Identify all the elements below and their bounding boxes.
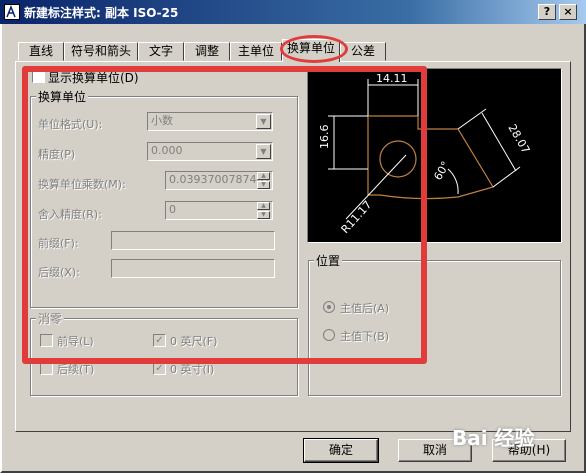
tab-lines[interactable]: 直线 (18, 42, 64, 61)
app-icon (4, 4, 20, 20)
ok-button[interactable]: 确定 (303, 438, 379, 463)
check-mark-icon: ✓ (155, 363, 164, 374)
dim-angle-text: 60° (431, 159, 452, 182)
watermark-logo: Bai 经验 (452, 426, 535, 450)
tab-primary-units[interactable]: 主单位 (230, 42, 282, 61)
annotation-highlight-ellipse (280, 35, 348, 63)
tab-fit[interactable]: 调整 (184, 42, 230, 61)
close-icon[interactable]: × (559, 4, 577, 20)
tab-text[interactable]: 文字 (138, 42, 184, 61)
help-icon[interactable]: ? (538, 4, 556, 20)
window-title: 新建标注样式: 副本 ISO-25 (24, 6, 179, 20)
annotation-highlight-box (22, 66, 427, 364)
tab-symbols-arrows[interactable]: 符号和箭头 (64, 42, 138, 61)
dim-diag-text: 28.07 (505, 122, 532, 156)
